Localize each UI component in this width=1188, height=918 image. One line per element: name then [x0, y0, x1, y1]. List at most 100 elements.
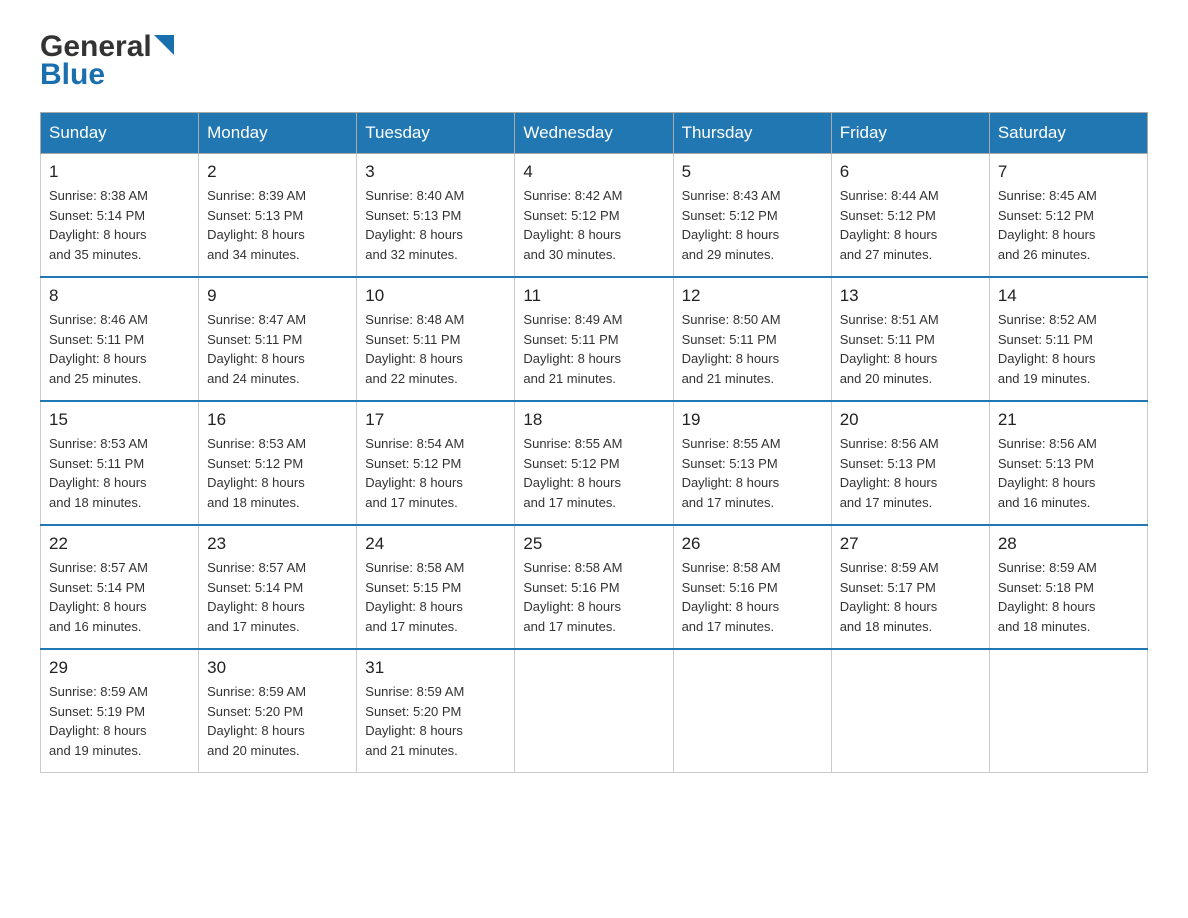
day-number: 16	[207, 410, 348, 430]
day-info: Sunrise: 8:57 AMSunset: 5:14 PMDaylight:…	[207, 558, 348, 636]
day-info: Sunrise: 8:58 AMSunset: 5:16 PMDaylight:…	[523, 558, 664, 636]
calendar-week-row: 1 Sunrise: 8:38 AMSunset: 5:14 PMDayligh…	[41, 154, 1148, 278]
day-number: 13	[840, 286, 981, 306]
day-info: Sunrise: 8:38 AMSunset: 5:14 PMDaylight:…	[49, 186, 190, 264]
day-number: 24	[365, 534, 506, 554]
calendar-cell: 31 Sunrise: 8:59 AMSunset: 5:20 PMDaylig…	[357, 649, 515, 773]
calendar-cell: 13 Sunrise: 8:51 AMSunset: 5:11 PMDaylig…	[831, 277, 989, 401]
calendar-cell: 29 Sunrise: 8:59 AMSunset: 5:19 PMDaylig…	[41, 649, 199, 773]
weekday-header-thursday: Thursday	[673, 113, 831, 154]
calendar-table: SundayMondayTuesdayWednesdayThursdayFrid…	[40, 112, 1148, 773]
calendar-header: SundayMondayTuesdayWednesdayThursdayFrid…	[41, 113, 1148, 154]
day-info: Sunrise: 8:43 AMSunset: 5:12 PMDaylight:…	[682, 186, 823, 264]
day-number: 25	[523, 534, 664, 554]
day-info: Sunrise: 8:45 AMSunset: 5:12 PMDaylight:…	[998, 186, 1139, 264]
day-number: 2	[207, 162, 348, 182]
calendar-cell: 14 Sunrise: 8:52 AMSunset: 5:11 PMDaylig…	[989, 277, 1147, 401]
day-number: 22	[49, 534, 190, 554]
day-info: Sunrise: 8:59 AMSunset: 5:20 PMDaylight:…	[207, 682, 348, 760]
calendar-cell: 5 Sunrise: 8:43 AMSunset: 5:12 PMDayligh…	[673, 154, 831, 278]
day-number: 10	[365, 286, 506, 306]
calendar-week-row: 15 Sunrise: 8:53 AMSunset: 5:11 PMDaylig…	[41, 401, 1148, 525]
calendar-cell: 12 Sunrise: 8:50 AMSunset: 5:11 PMDaylig…	[673, 277, 831, 401]
day-info: Sunrise: 8:56 AMSunset: 5:13 PMDaylight:…	[840, 434, 981, 512]
day-number: 5	[682, 162, 823, 182]
weekday-header-friday: Friday	[831, 113, 989, 154]
day-number: 9	[207, 286, 348, 306]
logo-text-block: General Blue	[40, 30, 174, 92]
day-number: 23	[207, 534, 348, 554]
calendar-cell: 1 Sunrise: 8:38 AMSunset: 5:14 PMDayligh…	[41, 154, 199, 278]
weekday-header-wednesday: Wednesday	[515, 113, 673, 154]
day-info: Sunrise: 8:58 AMSunset: 5:15 PMDaylight:…	[365, 558, 506, 636]
calendar-cell: 19 Sunrise: 8:55 AMSunset: 5:13 PMDaylig…	[673, 401, 831, 525]
day-info: Sunrise: 8:53 AMSunset: 5:12 PMDaylight:…	[207, 434, 348, 512]
day-info: Sunrise: 8:39 AMSunset: 5:13 PMDaylight:…	[207, 186, 348, 264]
day-info: Sunrise: 8:47 AMSunset: 5:11 PMDaylight:…	[207, 310, 348, 388]
day-info: Sunrise: 8:55 AMSunset: 5:13 PMDaylight:…	[682, 434, 823, 512]
calendar-cell: 26 Sunrise: 8:58 AMSunset: 5:16 PMDaylig…	[673, 525, 831, 649]
day-info: Sunrise: 8:51 AMSunset: 5:11 PMDaylight:…	[840, 310, 981, 388]
day-number: 27	[840, 534, 981, 554]
weekday-header-monday: Monday	[199, 113, 357, 154]
day-number: 4	[523, 162, 664, 182]
day-info: Sunrise: 8:44 AMSunset: 5:12 PMDaylight:…	[840, 186, 981, 264]
calendar-cell: 15 Sunrise: 8:53 AMSunset: 5:11 PMDaylig…	[41, 401, 199, 525]
calendar-cell: 9 Sunrise: 8:47 AMSunset: 5:11 PMDayligh…	[199, 277, 357, 401]
day-info: Sunrise: 8:42 AMSunset: 5:12 PMDaylight:…	[523, 186, 664, 264]
day-number: 28	[998, 534, 1139, 554]
weekday-header-tuesday: Tuesday	[357, 113, 515, 154]
calendar-cell: 11 Sunrise: 8:49 AMSunset: 5:11 PMDaylig…	[515, 277, 673, 401]
calendar-week-row: 29 Sunrise: 8:59 AMSunset: 5:19 PMDaylig…	[41, 649, 1148, 773]
calendar-cell: 8 Sunrise: 8:46 AMSunset: 5:11 PMDayligh…	[41, 277, 199, 401]
day-number: 11	[523, 286, 664, 306]
day-number: 6	[840, 162, 981, 182]
day-number: 15	[49, 410, 190, 430]
day-number: 31	[365, 658, 506, 678]
calendar-body: 1 Sunrise: 8:38 AMSunset: 5:14 PMDayligh…	[41, 154, 1148, 773]
day-info: Sunrise: 8:58 AMSunset: 5:16 PMDaylight:…	[682, 558, 823, 636]
day-number: 17	[365, 410, 506, 430]
day-number: 7	[998, 162, 1139, 182]
day-number: 20	[840, 410, 981, 430]
day-info: Sunrise: 8:56 AMSunset: 5:13 PMDaylight:…	[998, 434, 1139, 512]
weekday-header-saturday: Saturday	[989, 113, 1147, 154]
day-number: 26	[682, 534, 823, 554]
calendar-week-row: 22 Sunrise: 8:57 AMSunset: 5:14 PMDaylig…	[41, 525, 1148, 649]
weekday-header-sunday: Sunday	[41, 113, 199, 154]
day-info: Sunrise: 8:49 AMSunset: 5:11 PMDaylight:…	[523, 310, 664, 388]
day-info: Sunrise: 8:59 AMSunset: 5:17 PMDaylight:…	[840, 558, 981, 636]
calendar-cell: 18 Sunrise: 8:55 AMSunset: 5:12 PMDaylig…	[515, 401, 673, 525]
day-info: Sunrise: 8:52 AMSunset: 5:11 PMDaylight:…	[998, 310, 1139, 388]
day-number: 18	[523, 410, 664, 430]
calendar-cell: 27 Sunrise: 8:59 AMSunset: 5:17 PMDaylig…	[831, 525, 989, 649]
day-info: Sunrise: 8:59 AMSunset: 5:20 PMDaylight:…	[365, 682, 506, 760]
logo-triangle-icon	[154, 35, 174, 55]
calendar-cell: 2 Sunrise: 8:39 AMSunset: 5:13 PMDayligh…	[199, 154, 357, 278]
day-info: Sunrise: 8:57 AMSunset: 5:14 PMDaylight:…	[49, 558, 190, 636]
calendar-cell: 10 Sunrise: 8:48 AMSunset: 5:11 PMDaylig…	[357, 277, 515, 401]
day-info: Sunrise: 8:46 AMSunset: 5:11 PMDaylight:…	[49, 310, 190, 388]
day-info: Sunrise: 8:53 AMSunset: 5:11 PMDaylight:…	[49, 434, 190, 512]
day-number: 14	[998, 286, 1139, 306]
day-info: Sunrise: 8:48 AMSunset: 5:11 PMDaylight:…	[365, 310, 506, 388]
day-info: Sunrise: 8:50 AMSunset: 5:11 PMDaylight:…	[682, 310, 823, 388]
calendar-cell: 6 Sunrise: 8:44 AMSunset: 5:12 PMDayligh…	[831, 154, 989, 278]
logo-blue: Blue	[40, 58, 105, 92]
calendar-cell: 4 Sunrise: 8:42 AMSunset: 5:12 PMDayligh…	[515, 154, 673, 278]
calendar-cell	[989, 649, 1147, 773]
day-number: 8	[49, 286, 190, 306]
day-info: Sunrise: 8:59 AMSunset: 5:18 PMDaylight:…	[998, 558, 1139, 636]
day-info: Sunrise: 8:55 AMSunset: 5:12 PMDaylight:…	[523, 434, 664, 512]
day-number: 30	[207, 658, 348, 678]
day-number: 3	[365, 162, 506, 182]
logo: General Blue	[40, 30, 174, 92]
calendar-cell: 20 Sunrise: 8:56 AMSunset: 5:13 PMDaylig…	[831, 401, 989, 525]
day-number: 29	[49, 658, 190, 678]
calendar-cell: 28 Sunrise: 8:59 AMSunset: 5:18 PMDaylig…	[989, 525, 1147, 649]
calendar-cell	[673, 649, 831, 773]
calendar-cell: 7 Sunrise: 8:45 AMSunset: 5:12 PMDayligh…	[989, 154, 1147, 278]
day-info: Sunrise: 8:59 AMSunset: 5:19 PMDaylight:…	[49, 682, 190, 760]
day-info: Sunrise: 8:54 AMSunset: 5:12 PMDaylight:…	[365, 434, 506, 512]
day-number: 19	[682, 410, 823, 430]
